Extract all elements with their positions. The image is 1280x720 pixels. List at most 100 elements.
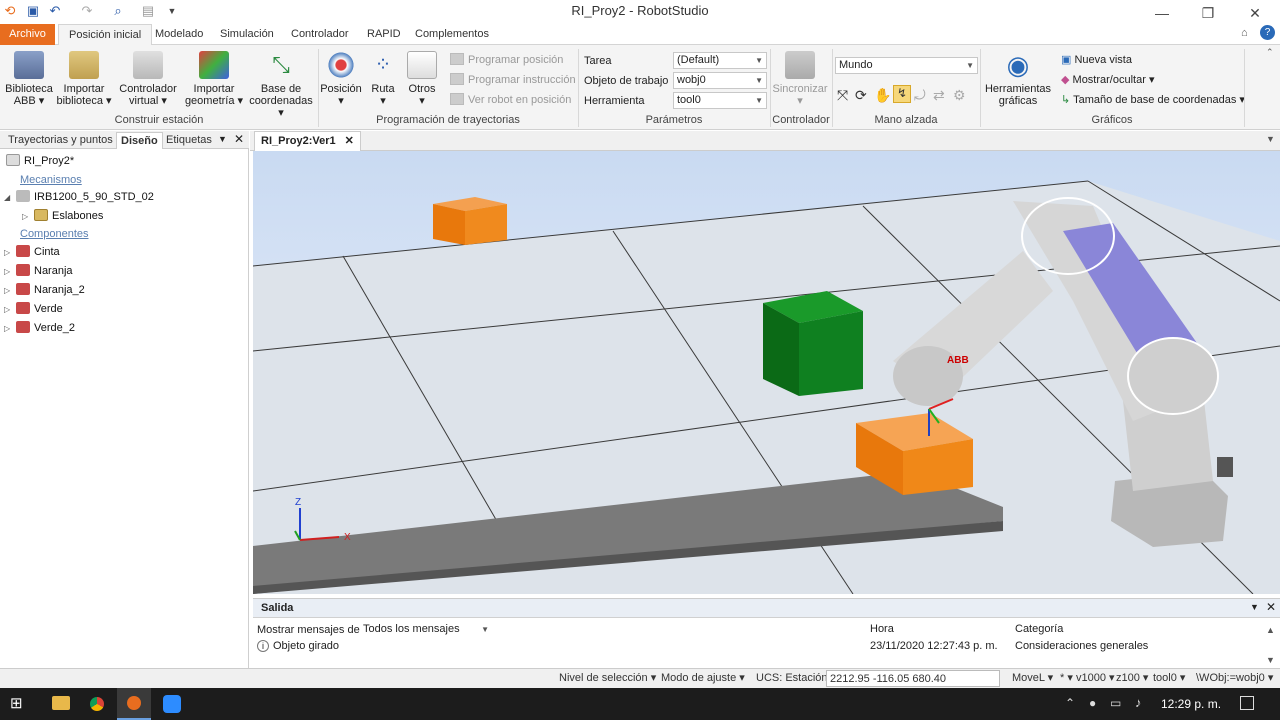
tree-robot[interactable]: ◢ IRB1200_5_90_STD_02 bbox=[4, 188, 154, 207]
herramienta-select[interactable]: tool0 ▼ bbox=[673, 92, 767, 109]
button-label: Mostrar/ocultar bbox=[1072, 74, 1146, 86]
file-explorer-icon[interactable] bbox=[52, 696, 70, 710]
tree-component[interactable]: ▷ Naranja_2 bbox=[4, 281, 85, 300]
panel-close-icon[interactable]: ✕ bbox=[234, 132, 244, 146]
tab-etiquetas[interactable]: Etiquetas bbox=[162, 132, 216, 149]
tab-modelado[interactable]: Modelado bbox=[145, 24, 213, 45]
programar-instruccion-button[interactable]: Programar instrucción bbox=[450, 70, 576, 90]
tab-simulacion[interactable]: Simulación bbox=[210, 24, 284, 45]
select-value: wobj0 bbox=[677, 74, 706, 86]
tamano-base-button[interactable]: ↳ Tamaño de base de coordenadas ▾ bbox=[1061, 93, 1245, 106]
tab-trayectorias[interactable]: Trayectorias y puntos bbox=[4, 132, 117, 149]
jog-linear-icon[interactable]: ↯ bbox=[893, 85, 911, 103]
tab-diseno[interactable]: Diseño bbox=[116, 132, 163, 149]
tray-chevron-icon[interactable]: ⌃ bbox=[1065, 696, 1075, 710]
undo-icon[interactable]: ↶ bbox=[47, 3, 63, 19]
output-menu-icon[interactable]: ▼ bbox=[1250, 602, 1259, 612]
multi-robot-icon[interactable]: ⇄ bbox=[933, 87, 945, 104]
status-label: tool0 bbox=[1153, 672, 1177, 684]
collapse-ribbon-icon[interactable]: ⌃ bbox=[1266, 47, 1274, 58]
view-menu-icon[interactable]: ▼ bbox=[1266, 134, 1275, 144]
output-close-icon[interactable]: ✕ bbox=[1266, 600, 1276, 614]
biblioteca-abb-button[interactable]: Biblioteca ABB ▾ bbox=[4, 51, 54, 107]
move-icon[interactable]: ⤧ bbox=[837, 87, 848, 104]
save-icon[interactable]: ▣ bbox=[25, 3, 41, 19]
move-type[interactable]: MoveL ▾ bbox=[1012, 669, 1053, 689]
scroll-down-icon[interactable]: ▼ bbox=[1266, 655, 1275, 665]
wobj[interactable]: \WObj:=wobj0 ▾ bbox=[1196, 669, 1273, 689]
program-icon bbox=[450, 53, 464, 65]
tarea-select[interactable]: (Default) ▼ bbox=[673, 52, 767, 69]
ruta-button[interactable]: ⁘ Ruta ▾ bbox=[364, 51, 402, 107]
restore-button[interactable]: ❐ bbox=[1188, 2, 1228, 24]
volume-icon[interactable]: ♪ bbox=[1135, 695, 1142, 710]
selection-level[interactable]: Nivel de selección ▾ bbox=[559, 669, 656, 689]
filter-select[interactable]: Todos los mensajes ▼ bbox=[360, 622, 492, 639]
robotstudio-taskbar-button[interactable] bbox=[117, 688, 151, 720]
rotate-icon[interactable]: ⟳ bbox=[855, 87, 867, 104]
3d-viewport[interactable]: ABB Z X bbox=[253, 151, 1280, 594]
posicion-button[interactable]: Posición ▾ bbox=[320, 51, 362, 107]
redo-icon[interactable]: ↷ bbox=[79, 3, 95, 19]
notifications-icon[interactable] bbox=[1240, 696, 1254, 710]
otros-button[interactable]: Otros ▾ bbox=[404, 51, 440, 107]
jog-joint-icon[interactable]: ✋ bbox=[874, 87, 891, 104]
tree-component[interactable]: ▷ Verde_2 bbox=[4, 319, 75, 338]
controlador-virtual-button[interactable]: Controlador virtual ▾ bbox=[116, 51, 180, 107]
tab-complementos[interactable]: Complementos bbox=[405, 24, 499, 45]
close-tab-icon[interactable]: ✕ bbox=[345, 135, 354, 147]
tree-eslabones[interactable]: ▷ Eslabones bbox=[22, 207, 103, 226]
collapse-icon[interactable]: ◢ bbox=[4, 188, 16, 207]
expand-icon[interactable]: ▷ bbox=[4, 319, 16, 338]
expand-icon[interactable]: ▷ bbox=[4, 243, 16, 262]
reference-select[interactable]: Mundo ▼ bbox=[835, 57, 978, 74]
zoom-icon[interactable]: ⌕ bbox=[110, 3, 126, 19]
importar-geometria-button[interactable]: Importar geometría ▾ bbox=[184, 51, 244, 107]
zoom-app-icon[interactable] bbox=[163, 695, 181, 713]
tab-archivo[interactable]: Archivo bbox=[0, 24, 55, 45]
ucs-label: UCS: Estación bbox=[756, 672, 828, 684]
expand-icon[interactable]: ▷ bbox=[22, 207, 34, 226]
tab-posicion-inicial[interactable]: Posición inicial bbox=[58, 24, 153, 46]
close-button[interactable]: ✕ bbox=[1235, 2, 1275, 24]
network-icon[interactable]: ▭ bbox=[1110, 696, 1121, 710]
scroll-up-icon[interactable]: ▲ bbox=[1266, 625, 1275, 635]
chrome-icon[interactable] bbox=[85, 692, 109, 716]
windows-start-icon[interactable]: ⊞ bbox=[10, 696, 26, 712]
tree-station[interactable]: RI_Proy2* bbox=[6, 152, 74, 171]
objeto-trabajo-select[interactable]: wobj0 ▼ bbox=[673, 72, 767, 89]
tab-rapid[interactable]: RAPID bbox=[357, 24, 411, 45]
tab-controlador[interactable]: Controlador bbox=[281, 24, 358, 45]
view-icon[interactable]: ▤ bbox=[140, 3, 156, 19]
snap-mode[interactable]: Modo de ajuste ▾ bbox=[661, 669, 745, 689]
sincronizar-button[interactable]: Sincronizar ▾ bbox=[772, 51, 828, 107]
expand-icon[interactable]: ▷ bbox=[4, 281, 16, 300]
mostrar-ocultar-button[interactable]: ◆ Mostrar/ocultar ▾ bbox=[1061, 73, 1154, 86]
help-icon[interactable]: ? bbox=[1260, 25, 1275, 40]
target-star[interactable]: * ▾ bbox=[1060, 669, 1073, 689]
expand-icon[interactable]: ▷ bbox=[4, 262, 16, 281]
ver-robot-button[interactable]: Ver robot en posición bbox=[450, 90, 571, 110]
customize-icon[interactable]: ▼ bbox=[164, 3, 180, 19]
tree-component[interactable]: ▷ Verde bbox=[4, 300, 63, 319]
programar-posicion-button[interactable]: Programar posición bbox=[450, 50, 563, 70]
base-coordenadas-button[interactable]: ⤡ Base de coordenadas ▾ bbox=[246, 51, 316, 119]
jog-reorient-icon[interactable]: ⤾ bbox=[914, 87, 926, 104]
tree-component[interactable]: ▷ Cinta bbox=[4, 243, 60, 262]
home-icon[interactable]: ⌂ bbox=[1241, 27, 1248, 39]
tab-view1[interactable]: RI_Proy2:Ver1 ✕ bbox=[254, 131, 361, 151]
clock[interactable]: 12:29 p. m. bbox=[1161, 697, 1221, 711]
jog-settings-icon[interactable]: ⚙ bbox=[953, 87, 966, 104]
importar-biblioteca-button[interactable]: Importar biblioteca ▾ bbox=[56, 51, 112, 107]
tree-component[interactable]: ▷ Naranja bbox=[4, 262, 73, 281]
coords-field[interactable]: 2212.95 -116.05 680.40 bbox=[826, 670, 1000, 687]
expand-icon[interactable]: ▷ bbox=[4, 300, 16, 319]
minimize-button[interactable]: — bbox=[1142, 2, 1182, 24]
microphone-icon[interactable]: ● bbox=[1089, 696, 1096, 710]
speed[interactable]: v1000 ▾ bbox=[1076, 669, 1115, 689]
nueva-vista-button[interactable]: ▣ Nueva vista bbox=[1061, 53, 1132, 66]
panel-menu-icon[interactable]: ▼ bbox=[218, 134, 227, 144]
herramientas-graficas-button[interactable]: ◉ Herramientas gráficas bbox=[984, 51, 1052, 107]
zone[interactable]: z100 ▾ bbox=[1116, 669, 1148, 689]
tool[interactable]: tool0 ▾ bbox=[1153, 669, 1185, 689]
